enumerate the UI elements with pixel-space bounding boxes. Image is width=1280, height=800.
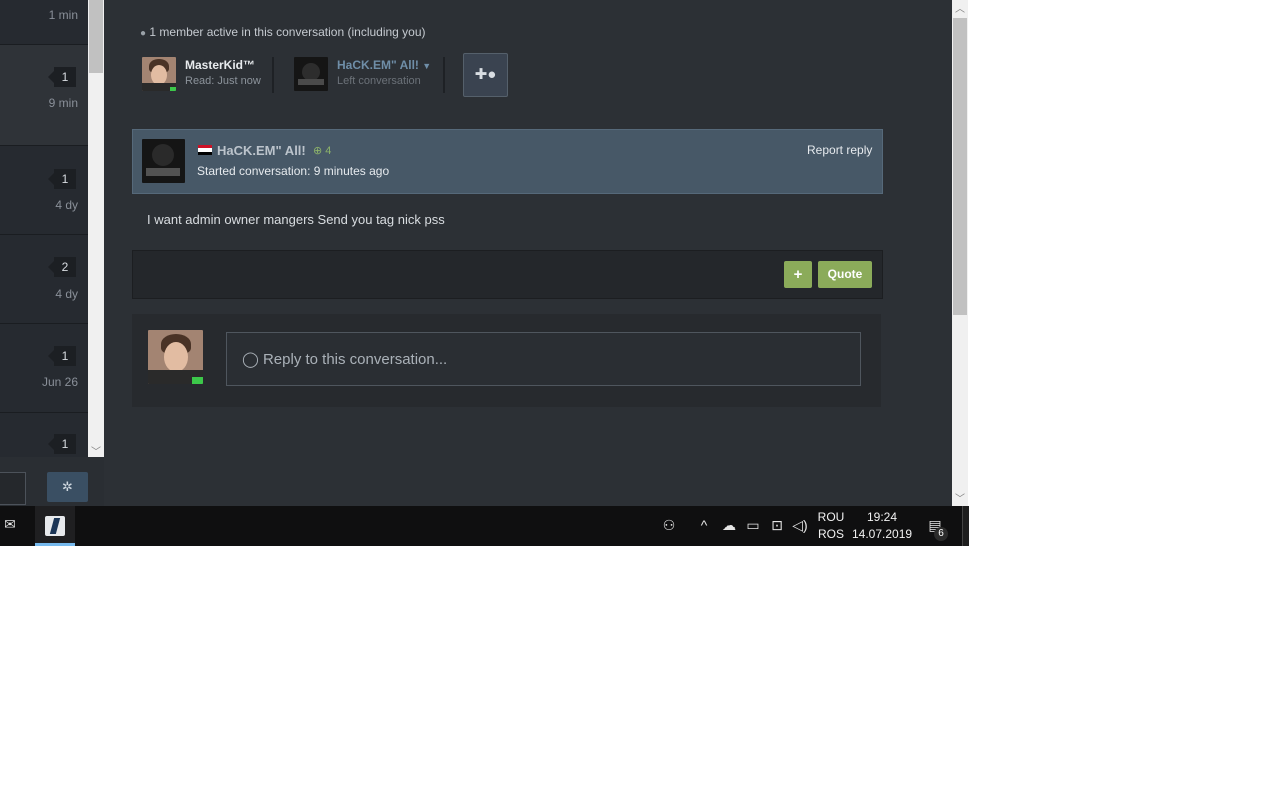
member-status: Read: Just now xyxy=(185,75,261,87)
conversation-row[interactable]: 1 min xyxy=(0,0,88,45)
mail-icon[interactable]: ✉ xyxy=(0,516,20,533)
unread-badge: 2 xyxy=(48,257,76,277)
scroll-down-arrow-icon[interactable]: ﹀ xyxy=(952,490,968,505)
network-icon[interactable]: ⊡ xyxy=(768,517,786,534)
quote-button[interactable]: Quote xyxy=(818,261,872,288)
add-user-icon: ✚● xyxy=(474,66,497,83)
active-members-summary: ● 1 member active in this conversation (… xyxy=(140,25,426,39)
conversation-time: 1 min xyxy=(48,8,78,22)
game-icon xyxy=(45,516,65,536)
message-body: I want admin owner mangers Send you tag … xyxy=(147,212,445,227)
list-scrollbar-thumb[interactable] xyxy=(89,0,103,73)
avatar[interactable] xyxy=(294,57,328,91)
conversation-time: 9 min xyxy=(48,96,78,110)
invite-member-button[interactable]: ✚● xyxy=(463,53,508,97)
conversation-time: 4 dy xyxy=(55,287,78,301)
scroll-down-arrow-icon[interactable]: ﹀ xyxy=(88,443,104,458)
gear-icon: ✲ xyxy=(62,479,73,494)
unread-badge: 1 xyxy=(48,67,76,87)
language-indicator[interactable]: ROU ROS xyxy=(814,510,848,541)
page-scrollbar-thumb[interactable] xyxy=(953,18,967,315)
active-app-indicator xyxy=(35,543,75,546)
divider xyxy=(272,57,274,93)
flag-icon xyxy=(198,145,212,155)
avatar[interactable] xyxy=(148,330,203,384)
report-reply-link[interactable]: Report reply xyxy=(807,143,872,157)
speech-bubble-icon: ◯ xyxy=(242,351,259,368)
scroll-up-arrow-icon[interactable]: ︿ xyxy=(952,0,968,15)
chevron-up-icon[interactable]: ^ xyxy=(696,517,712,533)
reputation-icon: ⊕ xyxy=(313,145,323,157)
message-footer xyxy=(132,250,883,299)
conversation-row[interactable]: 1 Jun 26 xyxy=(0,324,88,413)
reputation: ⊕ 4 xyxy=(313,145,332,157)
show-desktop-button[interactable] xyxy=(962,506,969,546)
volume-icon[interactable]: ◁) xyxy=(791,517,809,534)
conversation-row[interactable]: 1 4 dy xyxy=(0,146,88,235)
author-name[interactable]: HaCK.EM" All! xyxy=(217,143,306,158)
settings-button[interactable]: ✲ xyxy=(47,472,88,502)
unread-badge: 1 xyxy=(48,434,76,454)
conversation-row[interactable]: 1 xyxy=(0,413,88,457)
avatar[interactable] xyxy=(142,57,176,91)
avatar[interactable] xyxy=(142,139,185,183)
clock[interactable]: 19:24 14.07.2019 xyxy=(852,510,912,541)
reply-input[interactable]: ◯ Reply to this conversation... xyxy=(226,332,861,386)
notification-count: 6 xyxy=(934,527,948,541)
conversation-time: 4 dy xyxy=(55,198,78,212)
list-filter-input[interactable] xyxy=(0,472,26,505)
cloud-icon[interactable]: ☁ xyxy=(720,517,738,534)
user-icon: ● xyxy=(140,28,147,39)
member-name[interactable]: HaCK.EM" All! ▼ xyxy=(337,58,431,72)
conversation-row[interactable]: 1 9 min xyxy=(0,45,88,146)
multi-quote-button[interactable]: + xyxy=(784,261,812,288)
divider xyxy=(443,57,445,93)
message-header xyxy=(132,129,883,194)
people-icon[interactable]: ⚇ xyxy=(660,517,678,534)
member-status: Left conversation xyxy=(337,75,421,87)
conversation-row[interactable]: 2 4 dy xyxy=(0,235,88,324)
unread-badge: 1 xyxy=(48,169,76,189)
unread-badge: 1 xyxy=(48,346,76,366)
member-name[interactable]: MasterKid™ xyxy=(185,58,255,72)
caret-down-icon[interactable]: ▼ xyxy=(422,61,431,71)
conversation-time: Jun 26 xyxy=(41,375,78,389)
conversation-list: 1 min 1 9 min 1 4 dy 2 4 dy 1 Jun 26 1 xyxy=(0,0,88,457)
started-timestamp: Started conversation: 9 minutes ago xyxy=(197,164,390,178)
battery-icon[interactable]: ▭ xyxy=(744,517,762,534)
